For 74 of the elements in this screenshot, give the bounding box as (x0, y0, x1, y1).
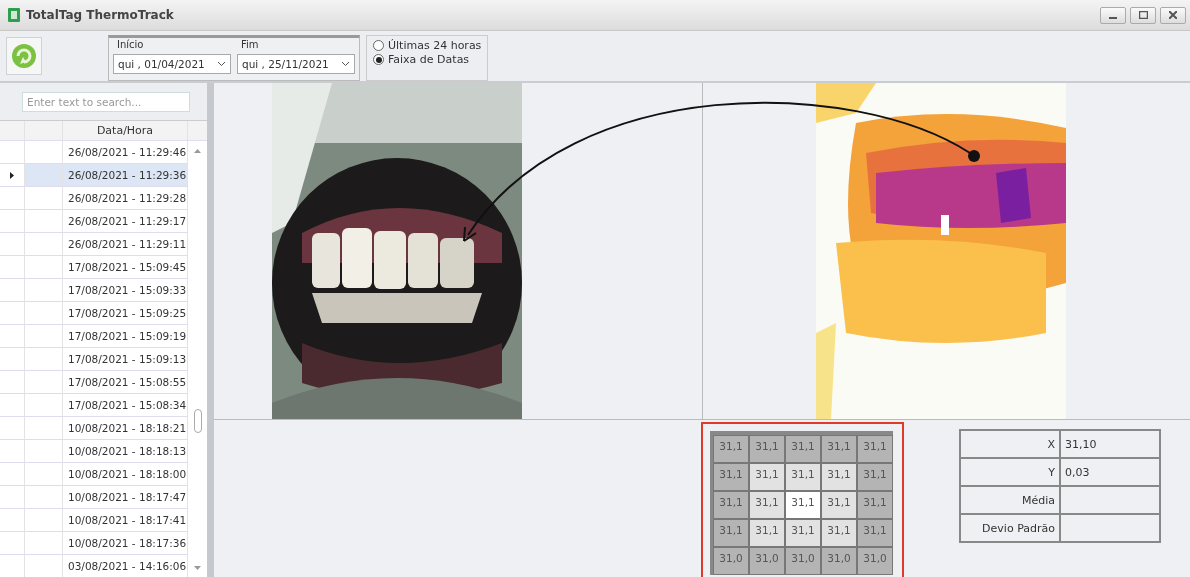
grid-cell: 31,1 (785, 463, 821, 491)
grid-cell: 31,1 (785, 519, 821, 547)
table-cell[interactable]: 17/08/2021 - 15:08:55 (63, 371, 188, 393)
table-cell[interactable]: 17/08/2021 - 15:09:33 (63, 279, 188, 301)
grid-cell: 31,1 (821, 519, 857, 547)
radio-button[interactable] (373, 40, 384, 51)
grid-cell: 31,1 (749, 435, 785, 463)
table-cell[interactable]: 17/08/2021 - 15:09:25 (63, 302, 188, 324)
table-cell[interactable]: 17/08/2021 - 15:09:13 (63, 348, 188, 370)
refresh-icon (10, 42, 38, 70)
grid-cell: 31,1 (713, 491, 749, 519)
scroll-down-icon[interactable] (194, 566, 201, 570)
radio-label: Últimas 24 horas (388, 39, 482, 52)
table-cell[interactable]: 17/08/2021 - 15:08:34 (63, 394, 188, 416)
grid-cell: 31,1 (785, 491, 821, 519)
minimize-button[interactable] (1100, 6, 1126, 24)
close-button[interactable] (1160, 6, 1186, 24)
grid-cell: 31,1 (749, 491, 785, 519)
point-marker (968, 150, 980, 162)
grid-cell: 31,1 (713, 435, 749, 463)
grid-cell: 31,1 (821, 491, 857, 519)
chevron-down-icon (341, 61, 350, 67)
stat-value: 0,03 (1060, 458, 1160, 486)
grid-cell: 31,1 (713, 463, 749, 491)
grid-cell: 31,1 (785, 435, 821, 463)
grid-cell: 31,1 (713, 519, 749, 547)
scroll-up-icon[interactable] (194, 149, 201, 153)
grid-cell: 31,1 (857, 491, 893, 519)
close-icon (1169, 11, 1177, 19)
row-indicator-icon (10, 171, 14, 179)
table-cell[interactable]: 10/08/2021 - 18:17:47 (63, 486, 188, 508)
table-cell[interactable]: 10/08/2021 - 18:18:21 (63, 417, 188, 439)
radio-button[interactable] (373, 54, 384, 65)
grid-cell: 31,1 (821, 435, 857, 463)
grid-cell: 31,1 (821, 463, 857, 491)
start-label: Início (116, 38, 145, 52)
table-cell[interactable]: 26/08/2021 - 11:29:28 (63, 187, 188, 209)
grid-cell: 31,0 (785, 547, 821, 575)
grid-cell: 31,1 (857, 463, 893, 491)
table-cell[interactable]: 17/08/2021 - 15:09:19 (63, 325, 188, 347)
table-cell[interactable]: 03/08/2021 - 14:16:06 (63, 555, 188, 577)
table-cell[interactable]: 10/08/2021 - 18:18:13 (63, 440, 188, 462)
grid-cell: 31,0 (749, 547, 785, 575)
start-date-field[interactable]: qui , 01/04/2021 (113, 54, 231, 74)
stat-label: Devio Padrão (960, 514, 1060, 542)
stat-label: Média (960, 486, 1060, 514)
table-cell[interactable]: 26/08/2021 - 11:29:36 (63, 164, 188, 186)
grid-cell: 31,0 (857, 547, 893, 575)
grid-cell: 31,1 (749, 463, 785, 491)
table-cell[interactable]: 26/08/2021 - 11:29:17 (63, 210, 188, 232)
app-icon (8, 8, 20, 22)
maximize-button[interactable] (1130, 6, 1156, 24)
stat-label: X (960, 430, 1060, 458)
table-cell[interactable]: 26/08/2021 - 11:29:46 (63, 141, 188, 163)
grid-cell: 31,0 (821, 547, 857, 575)
grid-cell: 31,1 (749, 519, 785, 547)
end-date-field[interactable]: qui , 25/11/2021 (237, 54, 355, 74)
chevron-down-icon (217, 61, 226, 67)
end-label: Fim (240, 38, 260, 52)
table-cell[interactable]: 17/08/2021 - 15:09:45 (63, 256, 188, 278)
stat-label: Y (960, 458, 1060, 486)
refresh-button[interactable] (6, 37, 42, 75)
table-cell[interactable]: 26/08/2021 - 11:29:11 (63, 233, 188, 255)
grid-cell: 31,0 (713, 547, 749, 575)
stat-value: 31,10 (1060, 430, 1160, 458)
grid-cell: 31,1 (857, 519, 893, 547)
maximize-icon (1138, 11, 1148, 19)
search-field[interactable]: Enter text to search... (22, 91, 190, 112)
table-cell[interactable]: 10/08/2021 - 18:18:00 (63, 463, 188, 485)
table-cell[interactable]: 10/08/2021 - 18:17:36 (63, 532, 188, 554)
window-title: TotalTag ThermoTrack (26, 8, 175, 22)
table-cell[interactable]: 10/08/2021 - 18:17:41 (63, 509, 188, 531)
grid-cell: 31,1 (857, 435, 893, 463)
radio-label: Faixa de Datas (388, 53, 470, 66)
